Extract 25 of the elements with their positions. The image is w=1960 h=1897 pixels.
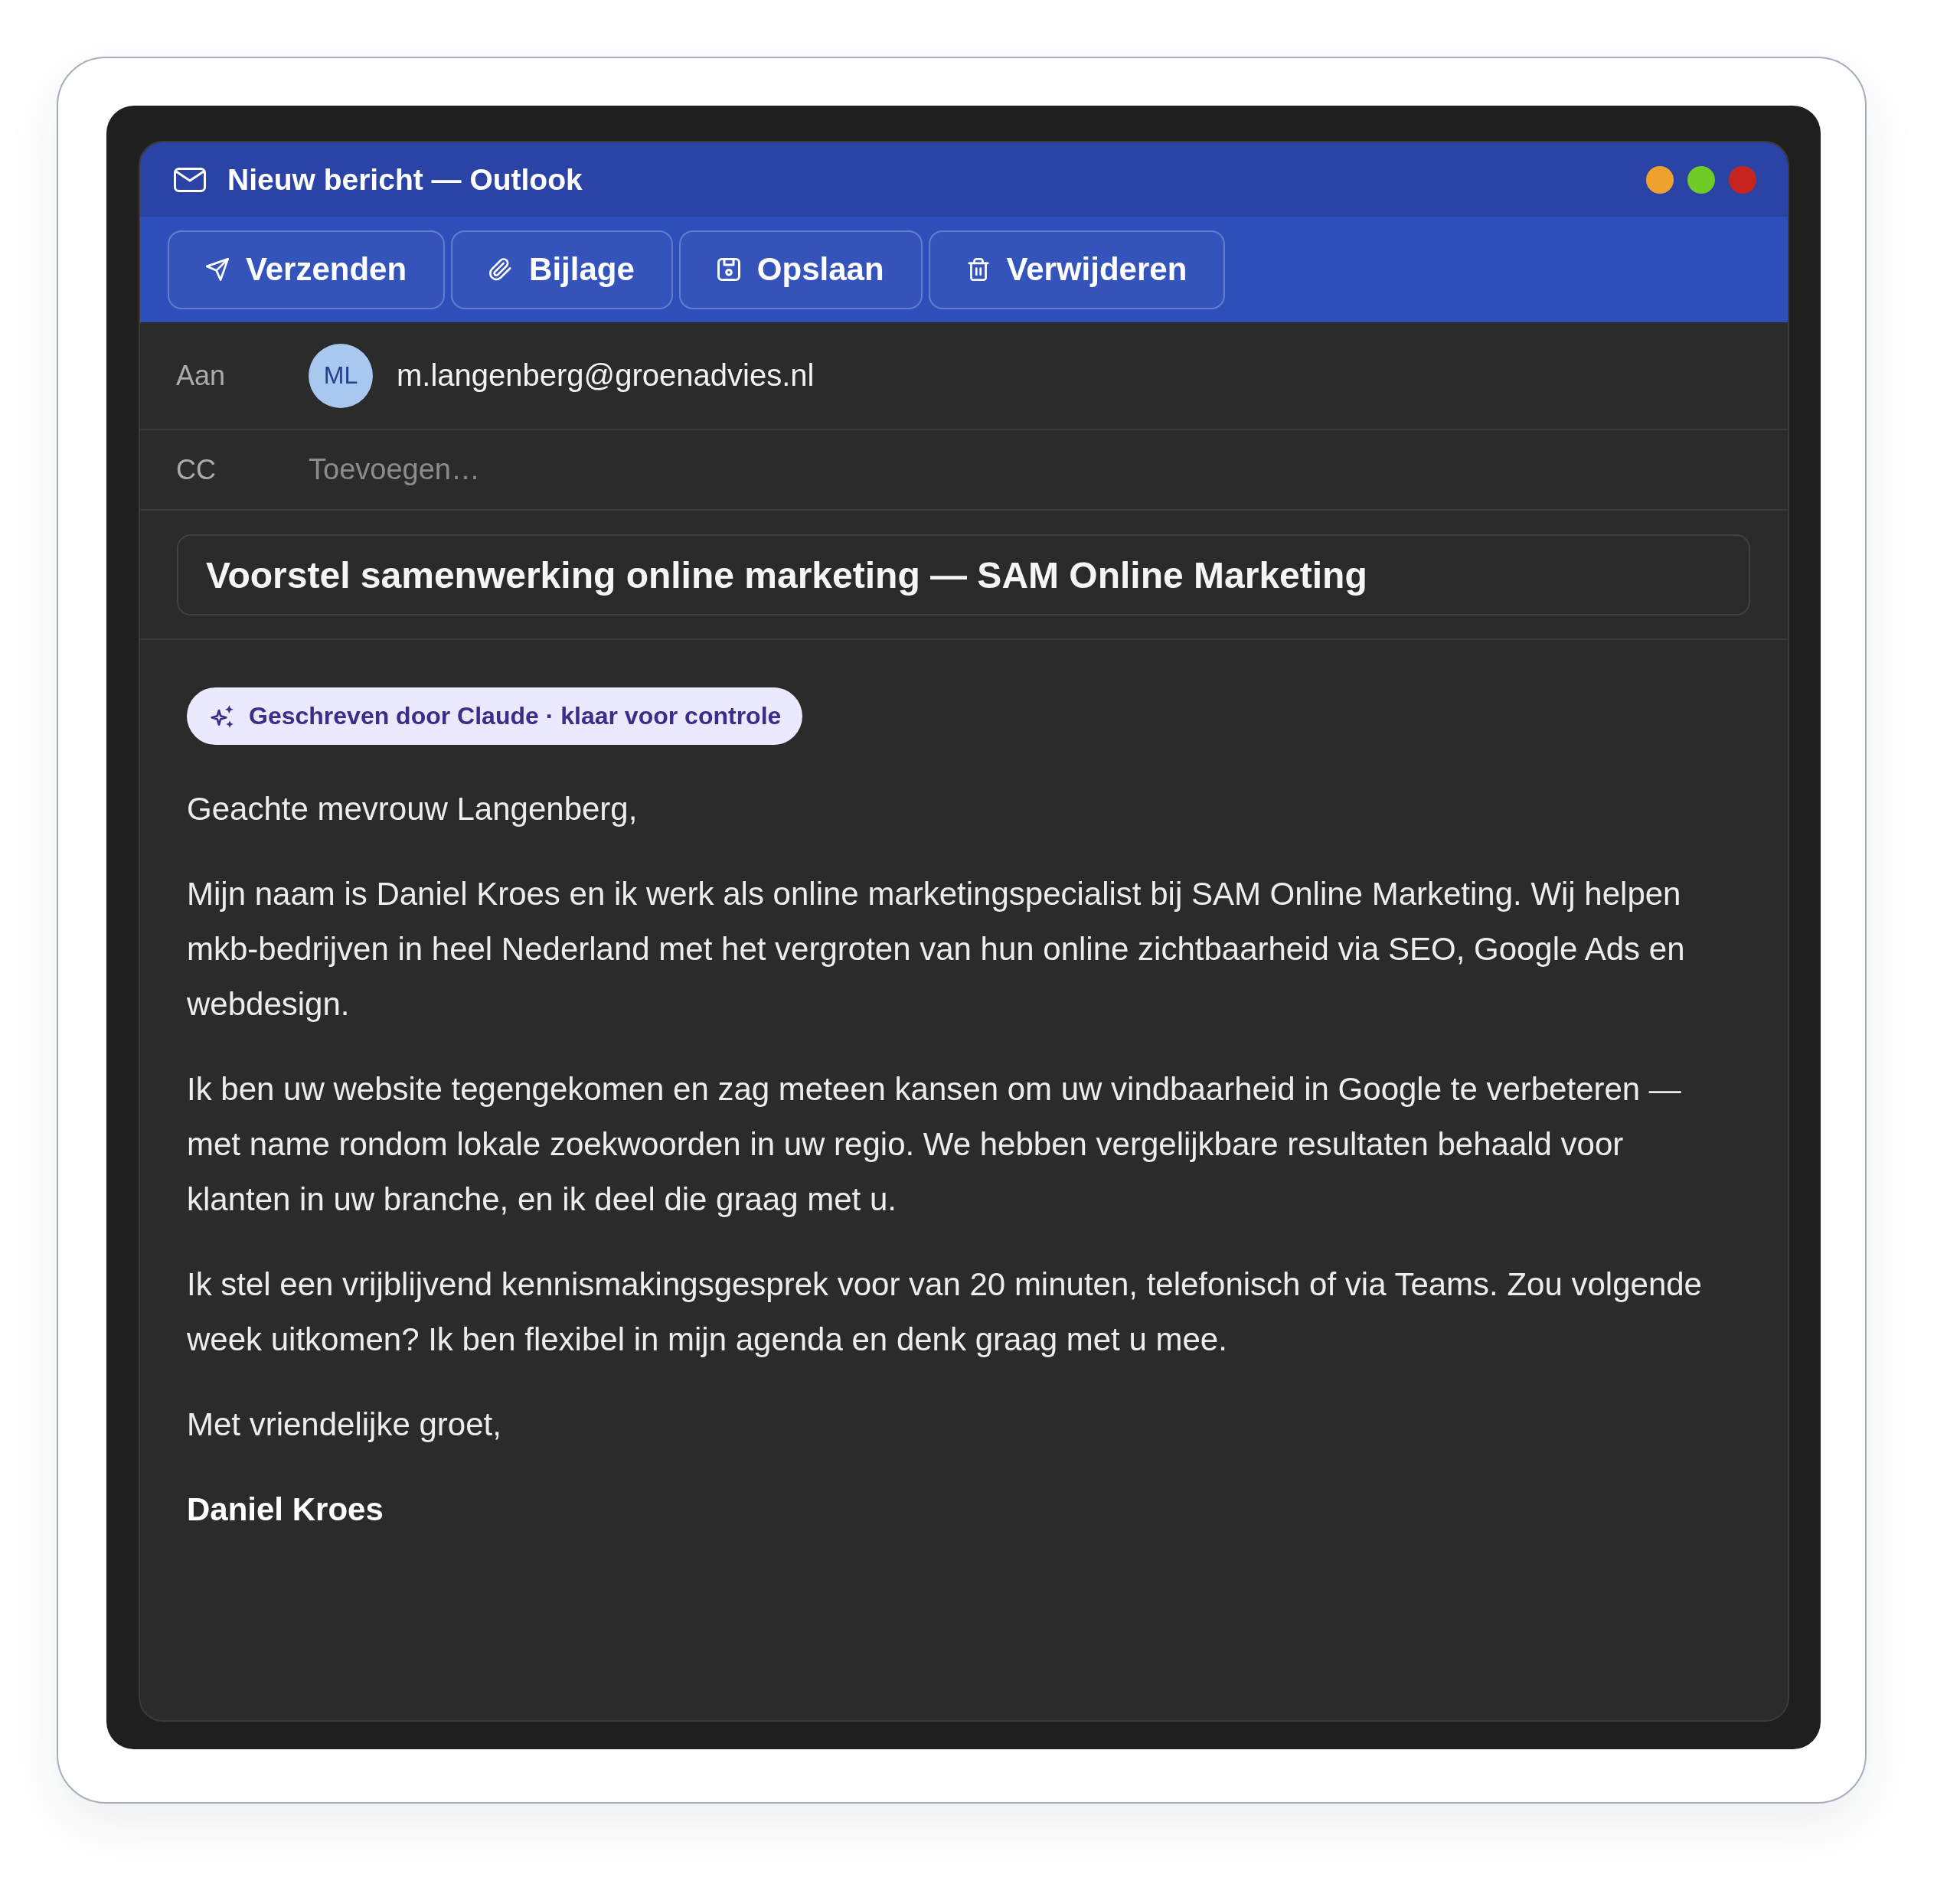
greeting-text: Geachte mevrouw Langenberg, xyxy=(187,790,639,828)
field-label: CC xyxy=(176,453,217,486)
subject-field[interactable]: Voorstel samenwerking online marketing — SAM Online Marketing xyxy=(177,534,1750,615)
save-button[interactable]: Opslaan xyxy=(678,230,923,309)
sparkle-icon xyxy=(210,704,234,729)
send-button[interactable]: Verzenden xyxy=(168,230,446,309)
body-paragraph: Mijn naam is Daniel Kroes en ik werk als online marketingspecialist bij SAM Online Marketing. Wij helpen mkb-bedrijven in heel Nederland met het vergroten van hun online zichtbaarheid via SEO, Google Ads en webdesign. xyxy=(187,875,1686,1024)
body-paragraph: Ik ben uw website tegengekomen en zag meteen kansen om uw vindbaarheid in Google te verbeteren — met name rondom lokale zoekwoorden in uw regio. We hebben vergelijkbare resultaten behaald voor klanten in uw branche, en ik deel die graag met u. xyxy=(187,1070,1682,1219)
body-paragraph: Ik stel een vrijblijvend kennismakingsgesprek voor van 20 minuten, telefonisch of via Teams. Zou volgende week uitkomen? Ik ben flexibel in mijn agenda en denk graag met u mee. xyxy=(187,1265,1703,1359)
minimize-button[interactable] xyxy=(1646,165,1674,194)
zoom-button[interactable] xyxy=(1687,165,1715,194)
attach-button[interactable]: Bijlage xyxy=(451,230,673,309)
trash-icon xyxy=(966,258,990,281)
paper-plane-icon xyxy=(206,258,229,281)
signature-text: Daniel Kroes xyxy=(187,1490,384,1529)
mail-icon xyxy=(174,167,206,192)
status-text: Geschreven door Claude · klaar voor controle xyxy=(249,702,782,730)
avatar: ML xyxy=(309,343,373,408)
paperclip-icon xyxy=(489,258,513,281)
delete-button[interactable]: Verwijderen xyxy=(928,230,1226,309)
recipient-address: m.langenberg@groenadvies.nl xyxy=(397,358,815,393)
cc-field[interactable]: Toevoegen… xyxy=(309,445,1757,495)
field-label: Aan xyxy=(176,359,227,392)
window-title: Nieuw bericht — Outlook xyxy=(227,162,583,197)
closing-text: Met vriendelijke groet, xyxy=(187,1406,502,1444)
